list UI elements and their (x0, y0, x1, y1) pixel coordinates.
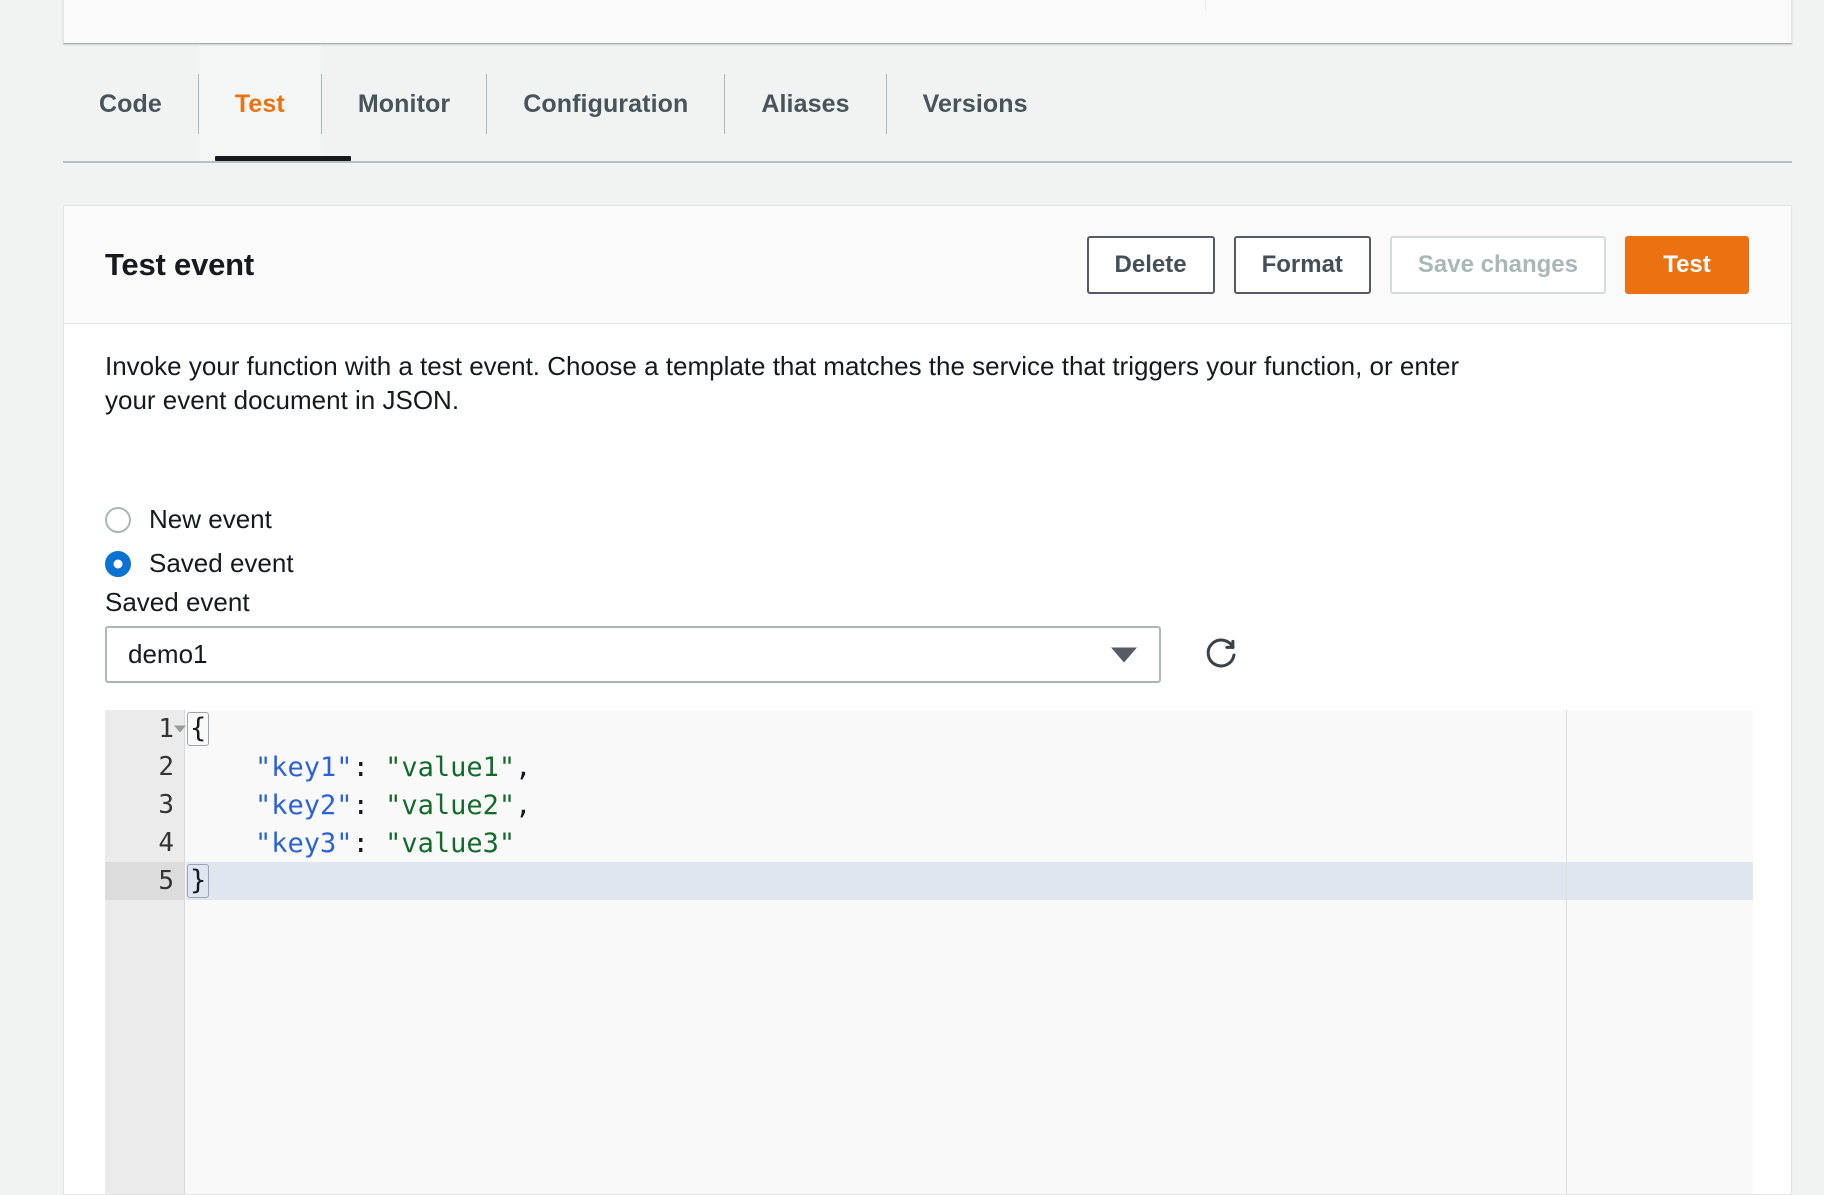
tab-versions[interactable]: Versions (887, 46, 1064, 162)
code-token: "key1" (255, 751, 353, 783)
tab-test[interactable]: Test (198, 46, 321, 162)
code-token: "key3" (255, 827, 353, 859)
test-event-card: Test event Delete Format Save changes Te… (63, 205, 1792, 1195)
tab-configuration[interactable]: Configuration (487, 46, 724, 162)
previous-panel-divider (1205, 0, 1206, 10)
line-number: 1 (105, 710, 186, 748)
code-token: "key2" (255, 789, 353, 821)
matching-brace: } (187, 864, 210, 898)
saved-event-field-label: Saved event (105, 587, 250, 617)
code-token: "value2" (385, 789, 516, 821)
save-changes-button[interactable]: Save changes (1389, 235, 1606, 294)
code-line[interactable]: "key1": "value1", (186, 748, 1753, 786)
chevron-down-icon (1111, 647, 1137, 662)
line-number: 3 (158, 790, 174, 820)
card-header: Test event Delete Format Save changes Te… (64, 206, 1791, 324)
line-number: 5 (105, 862, 184, 900)
code-token: "value1" (385, 751, 516, 783)
previous-panel-bottom (63, 0, 1792, 44)
code-line[interactable]: "key3": "value3" (186, 824, 1753, 862)
code-token: : (352, 827, 386, 859)
header-actions: Delete Format Save changes Test (1086, 235, 1749, 294)
matching-brace: { (187, 712, 210, 746)
code-token: , (515, 789, 532, 821)
editor-code-area[interactable]: { "key1": "value1", "key2": "value2", "k… (186, 710, 1753, 1194)
intro-description: Invoke your function with a test event. … (105, 351, 1460, 416)
radio-saved-event-label: Saved event (149, 548, 294, 578)
tab-code[interactable]: Code (63, 46, 198, 162)
line-number: 4 (158, 828, 174, 858)
code-token: : (352, 789, 386, 821)
editor-line-number-gutter: 1 2 3 4 5 (105, 710, 186, 1194)
code-token: "value3" (385, 827, 516, 859)
delete-button[interactable]: Delete (1086, 235, 1215, 294)
fold-toggle-icon[interactable] (174, 725, 186, 733)
test-button[interactable]: Test (1625, 235, 1749, 294)
radio-on-icon (105, 550, 131, 577)
saved-event-selected-value: demo1 (128, 639, 208, 669)
tab-list: Code Test Monitor Configuration Aliases Versi… (63, 46, 1064, 162)
editor-print-margin (1566, 710, 1567, 1194)
code-line[interactable]: "key2": "value2", (186, 786, 1753, 824)
radio-new-event-label: New event (149, 504, 272, 534)
line-number: 2 (158, 752, 174, 782)
radio-new-event[interactable]: New event (105, 504, 272, 535)
code-line[interactable]: { (186, 710, 1753, 748)
json-code-editor[interactable]: 1 2 3 4 5 { "key1": "value1", "key2": "value… (105, 710, 1753, 1194)
radio-saved-event[interactable]: Saved event (105, 548, 294, 579)
saved-event-row: demo1 (105, 626, 1242, 683)
saved-event-select[interactable]: demo1 (105, 626, 1161, 683)
radio-off-icon (105, 506, 131, 533)
tab-monitor[interactable]: Monitor (322, 46, 486, 162)
code-token: , (515, 751, 532, 783)
function-tabs: Code Test Monitor Configuration Aliases Versi… (63, 46, 1792, 164)
code-token: : (352, 751, 386, 783)
code-line[interactable]: } (186, 862, 1753, 900)
refresh-icon (1206, 638, 1236, 667)
tab-bar-baseline (63, 161, 1792, 163)
page-title: Test event (105, 246, 255, 282)
format-button[interactable]: Format (1233, 235, 1371, 294)
tab-aliases[interactable]: Aliases (725, 46, 885, 162)
refresh-button[interactable] (1200, 634, 1242, 676)
